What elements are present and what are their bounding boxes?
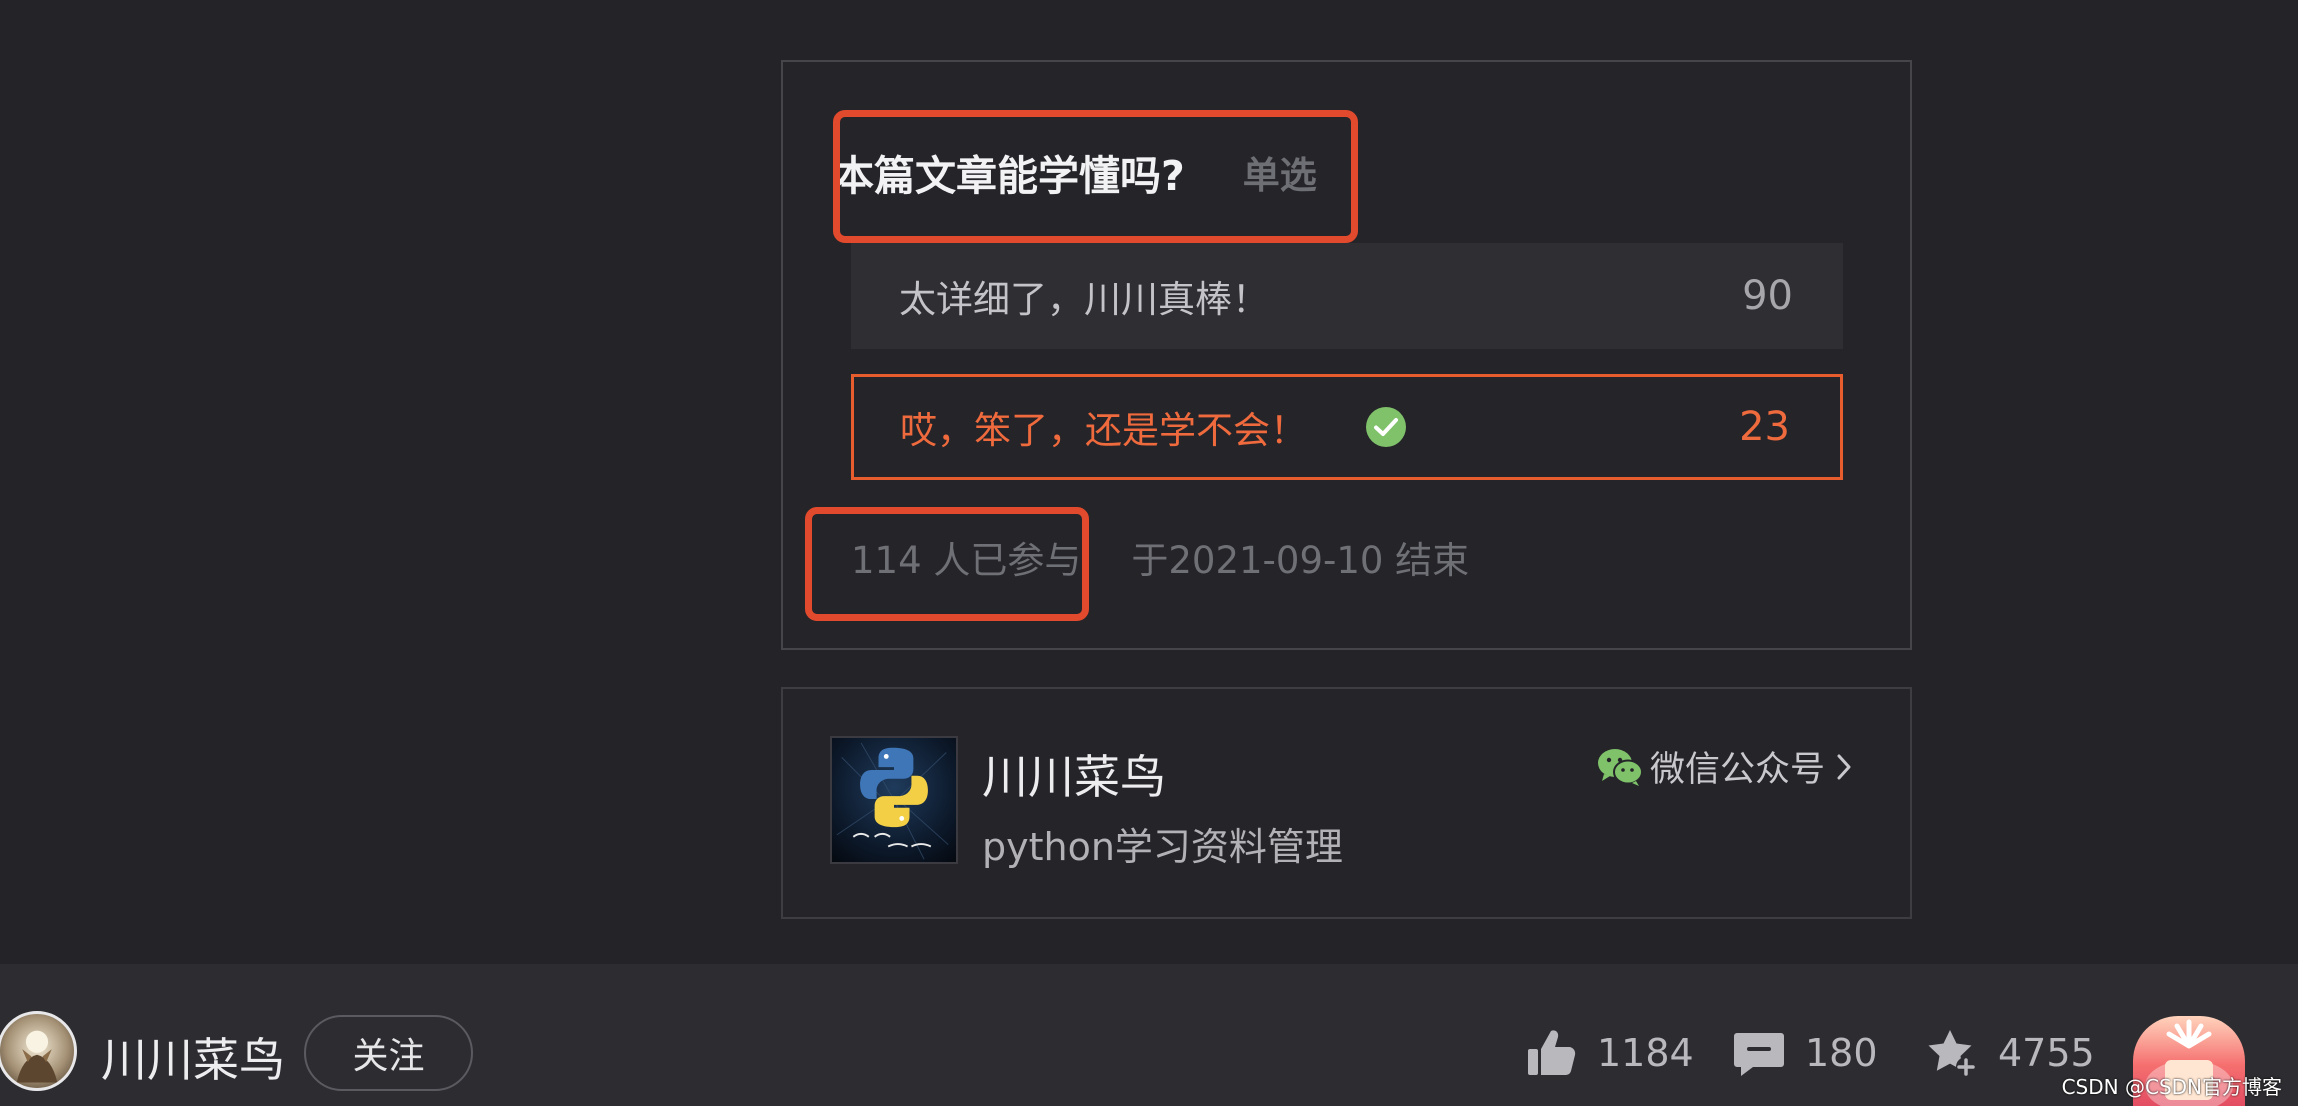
comment-count: 180 [1805, 1031, 1878, 1075]
like-button[interactable]: 1184 [1525, 1027, 1694, 1079]
account-name: 川川菜鸟 [982, 750, 1166, 804]
vote-option-count: 23 [1739, 404, 1790, 450]
vote-option-1[interactable]: 太详细了，川川真棒！ 90 [851, 243, 1843, 349]
highlight-box [833, 110, 1358, 243]
comment-button[interactable]: 180 [1733, 1027, 1878, 1079]
watermark: CSDN @CSDN官方博客 [2061, 1075, 2282, 1099]
author-name[interactable]: 川川菜鸟 [101, 1024, 285, 1090]
comment-icon [1734, 1033, 1784, 1076]
follow-button[interactable]: 关注 [304, 1015, 473, 1091]
highlight-box [805, 507, 1089, 621]
star-plus-icon [1928, 1030, 1976, 1077]
check-circle-icon [1365, 406, 1407, 448]
wechat-icon [1596, 746, 1644, 788]
avatar[interactable] [0, 1011, 77, 1091]
like-count: 1184 [1597, 1031, 1694, 1075]
account-card[interactable]: 川川菜鸟 python学习资料管理 微信公众号 [781, 687, 1912, 919]
vote-option-2[interactable]: 哎，笨了，还是学不会！ 23 [851, 374, 1843, 480]
chevron-right-icon [1833, 751, 1855, 783]
vote-end-date: 于2021-09-10 结束 [1131, 539, 1470, 582]
favorite-count: 4755 [1998, 1031, 2095, 1075]
vote-option-label: 太详细了，川川真棒！ [899, 278, 1269, 321]
thumbs-up-icon [1528, 1030, 1576, 1075]
account-description: python学习资料管理 [982, 825, 1343, 869]
vote-option-count: 90 [1742, 273, 1793, 319]
python-logo-icon [830, 736, 958, 864]
bottom-toolbar: 川川菜鸟 关注 1184 180 4755 [0, 964, 2298, 1106]
wechat-link-label: 微信公众号 [1649, 750, 1825, 790]
vote-option-label: 哎，笨了，还是学不会！ [900, 409, 1307, 452]
wechat-account-link[interactable]: 微信公众号 [1596, 741, 1855, 792]
